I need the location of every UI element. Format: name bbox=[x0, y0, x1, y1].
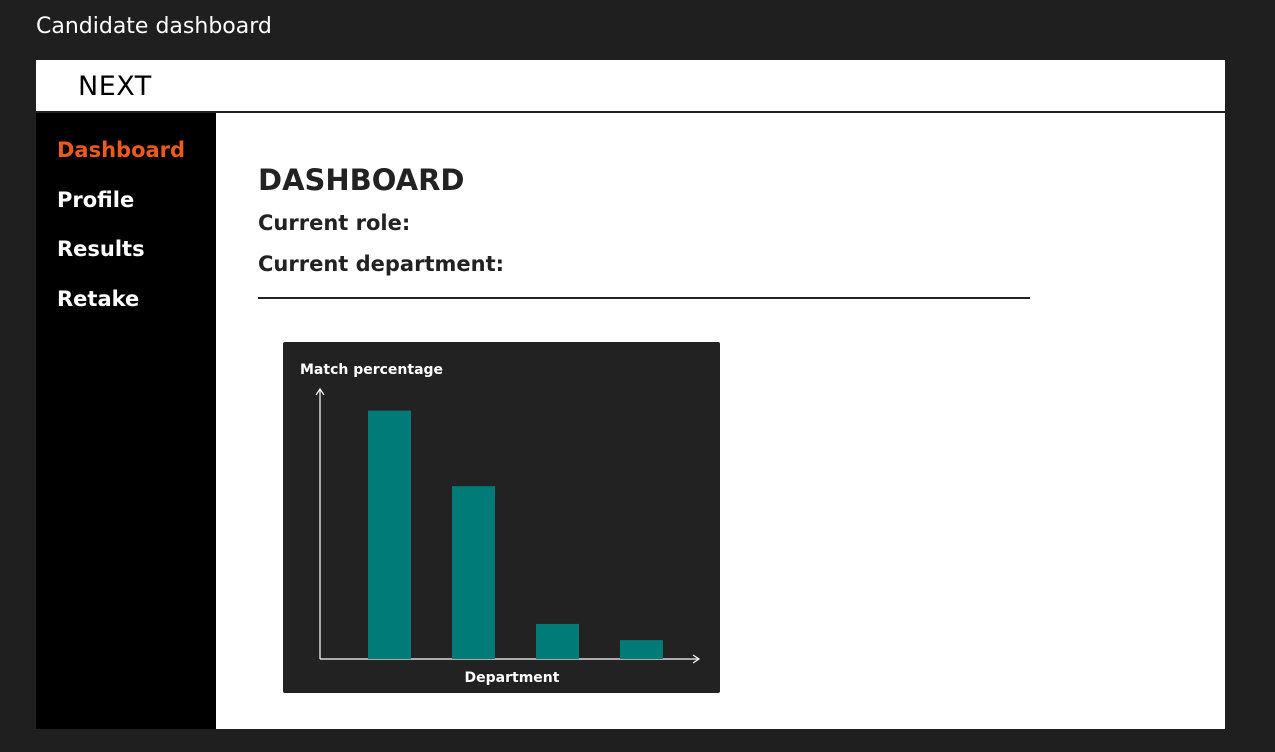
sidebar: Dashboard Profile Results Retake bbox=[36, 113, 216, 729]
chart-canvas bbox=[315, 387, 701, 664]
top-bar: NEXT bbox=[36, 60, 1225, 113]
app-window: NEXT Dashboard Profile Results Retake DA… bbox=[36, 60, 1225, 729]
page-title: DASHBOARD bbox=[258, 163, 465, 197]
current-role-label: Current role: bbox=[258, 211, 411, 235]
app-logo[interactable]: NEXT bbox=[78, 71, 152, 102]
x-axis-label: Department bbox=[464, 670, 560, 686]
current-department-label: Current department: bbox=[258, 252, 505, 276]
bar-3 bbox=[536, 623, 579, 659]
sidebar-item-profile[interactable]: Profile bbox=[57, 188, 134, 212]
match-chart: Match percentage Department bbox=[283, 342, 720, 693]
sidebar-item-dashboard[interactable]: Dashboard bbox=[57, 138, 185, 162]
y-axis-label: Match percentage bbox=[300, 362, 444, 378]
bar-1 bbox=[368, 410, 411, 659]
main-content: DASHBOARD Current role: Current departme… bbox=[216, 113, 1225, 729]
bar-2 bbox=[452, 486, 495, 659]
divider bbox=[258, 297, 1030, 299]
sidebar-item-results[interactable]: Results bbox=[57, 237, 145, 261]
sidebar-item-retake[interactable]: Retake bbox=[57, 287, 139, 311]
frame-title: Candidate dashboard bbox=[36, 14, 272, 39]
bar-4 bbox=[620, 640, 663, 659]
bars-group bbox=[368, 410, 663, 659]
